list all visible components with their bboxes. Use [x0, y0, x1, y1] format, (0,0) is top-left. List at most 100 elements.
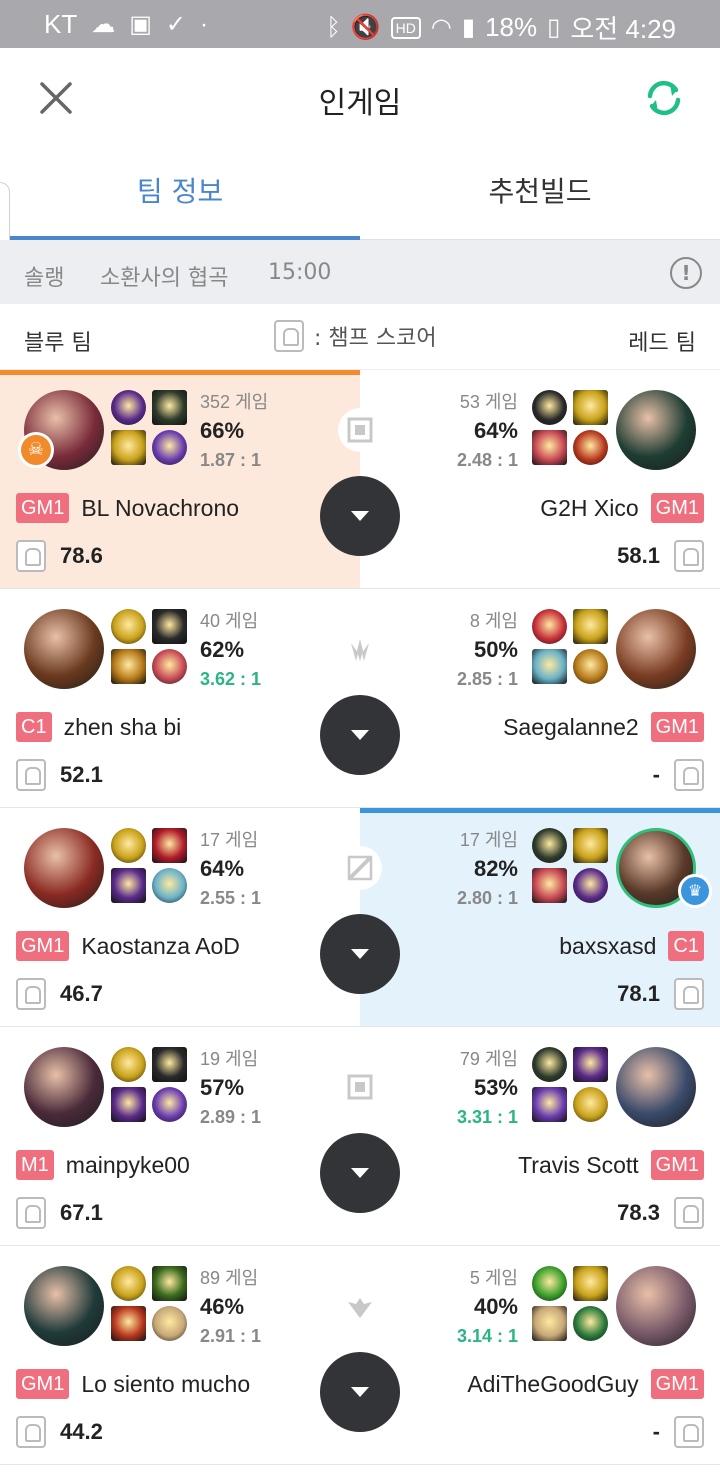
champion-avatar: [616, 390, 696, 470]
expand-matchup-button[interactable]: [320, 1133, 400, 1213]
spell-icon: [532, 430, 567, 465]
win-rate: 53%: [473, 1075, 518, 1100]
rune-icon: [573, 1306, 608, 1341]
rune-icon: [573, 649, 608, 684]
rune-icon: [111, 1266, 146, 1301]
spell-icon: [111, 868, 146, 903]
tab-recommended-build[interactable]: 추천빌드: [360, 148, 720, 240]
player-stats: 40 게임 62% 3.62 : 1: [200, 607, 261, 693]
blue-player-card[interactable]: 89 게임 46% 2.91 : 1 GM1 Lo siento mucho 44.2: [0, 1246, 360, 1464]
spell-icon: [111, 649, 146, 684]
games-count: 53 게임: [459, 392, 518, 412]
champ-score-line: -: [653, 1414, 704, 1450]
player-stats: 352 게임 66% 1.87 : 1: [200, 388, 268, 474]
rune-icon: [532, 609, 567, 644]
kda-ratio: 1.87 : 1: [200, 450, 262, 470]
champion-helmet-icon: [674, 1197, 704, 1229]
champion-helmet-icon: [16, 759, 46, 791]
spell-icon: [111, 1087, 146, 1122]
matchup-row: ☠ 352 게임 66% 1.87 : 1 GM1 BL Novachrono 78.6 53…: [0, 370, 720, 589]
summoner-name[interactable]: AdiTheGoodGuy: [467, 1371, 638, 1398]
spell-icon: [152, 828, 187, 863]
summoner-name[interactable]: Travis Scott: [518, 1152, 639, 1179]
spells-runes: [111, 609, 187, 685]
champion-avatar: [24, 609, 104, 689]
red-player-card[interactable]: 53 게임 64% 2.48 : 1 GM1 G2H Xico 58.1: [360, 370, 720, 588]
spell-icon: [532, 649, 567, 684]
summoner-name[interactable]: Kaostanza AoD: [81, 933, 240, 960]
summoner-name[interactable]: G2H Xico: [540, 495, 638, 522]
tier-badge: GM1: [650, 1150, 704, 1180]
summoner-name[interactable]: Lo siento mucho: [81, 1371, 250, 1398]
info-icon[interactable]: !: [670, 257, 702, 289]
tab-team-info[interactable]: 팀 정보: [0, 148, 360, 241]
expand-matchup-button[interactable]: [320, 1352, 400, 1432]
spells-runes: [532, 828, 608, 904]
kda-ratio: 2.91 : 1: [200, 1326, 262, 1346]
mid-lane-icon: [338, 846, 382, 890]
rune-icon: [111, 390, 146, 425]
red-player-card[interactable]: 79 게임 53% 3.31 : 1 GM1 Travis Scott 78.3: [360, 1027, 720, 1245]
spells-runes: [111, 1047, 187, 1123]
spell-icon: [152, 1047, 187, 1082]
refresh-button[interactable]: [640, 74, 688, 122]
tab-bar: 팀 정보 추천빌드: [0, 148, 720, 241]
champion-helmet-icon: [674, 978, 704, 1010]
summoner-name[interactable]: baxsxasd: [559, 933, 656, 960]
champion-avatar: [24, 828, 104, 908]
jungle-icon: [338, 627, 382, 671]
red-player-card[interactable]: ♛ 17 게임 82% 2.80 : 1 C1 baxsxasd 78.1: [360, 808, 720, 1026]
win-rate: 50%: [473, 637, 518, 662]
tier-badge: C1: [16, 712, 52, 742]
player-stats: 53 게임 64% 2.48 : 1: [360, 388, 518, 474]
games-count: 19 게임: [200, 1049, 259, 1069]
wifi-icon: ◠: [430, 13, 452, 41]
rune-icon: [152, 1087, 187, 1122]
summoner-name[interactable]: BL Novachrono: [81, 495, 239, 522]
champion-avatar: [616, 609, 696, 689]
expand-matchup-button[interactable]: [320, 914, 400, 994]
clock: 오전 4:29: [570, 14, 676, 44]
kda-ratio: 2.89 : 1: [200, 1107, 262, 1127]
spell-icon: [573, 1047, 608, 1082]
summoner-line: GM1 Saegalanne2: [503, 709, 704, 745]
summoner-name[interactable]: mainpyke00: [66, 1152, 190, 1179]
summoner-name[interactable]: Saegalanne2: [503, 714, 639, 741]
support-icon: [338, 1284, 382, 1328]
champ-score-line: 46.7: [16, 976, 103, 1012]
team-header: 블루 팀 : 챔프 스코어 레드 팀: [0, 304, 720, 370]
blue-player-card[interactable]: 17 게임 64% 2.55 : 1 GM1 Kaostanza AoD 46.7: [0, 808, 360, 1026]
crown-badge-icon: ♛: [678, 874, 712, 908]
red-player-card[interactable]: 5 게임 40% 3.14 : 1 GM1 AdiTheGoodGuy -: [360, 1246, 720, 1464]
rune-icon: [152, 1306, 187, 1341]
spell-icon: [111, 430, 146, 465]
champion-helmet-icon: [674, 540, 704, 572]
kda-ratio: 2.85 : 1: [456, 669, 518, 689]
tier-badge: M1: [16, 1150, 54, 1180]
spell-icon: [573, 828, 608, 863]
player-stats: 89 게임 46% 2.91 : 1: [200, 1264, 261, 1350]
champ-score-line: 44.2: [16, 1414, 103, 1450]
rune-icon: [152, 649, 187, 684]
spells-runes: [532, 390, 608, 466]
blue-player-card[interactable]: 40 게임 62% 3.62 : 1 C1 zhen sha bi 52.1: [0, 589, 360, 807]
games-count: 89 게임: [200, 1268, 259, 1288]
expand-matchup-button[interactable]: [320, 476, 400, 556]
summoner-line: M1 mainpyke00: [16, 1147, 190, 1183]
summoner-line: GM1 Lo siento mucho: [16, 1366, 250, 1402]
summoner-line: GM1 AdiTheGoodGuy: [467, 1366, 704, 1402]
kda-ratio: 3.62 : 1: [200, 669, 262, 689]
games-count: 352 게임: [200, 392, 269, 412]
blue-player-card[interactable]: ☠ 352 게임 66% 1.87 : 1 GM1 BL Novachrono 78.6: [0, 370, 360, 588]
expand-matchup-button[interactable]: [320, 695, 400, 775]
red-player-card[interactable]: 8 게임 50% 2.85 : 1 GM1 Saegalanne2-: [360, 589, 720, 807]
summoner-line: GM1 BL Novachrono: [16, 490, 239, 526]
champion-avatar: [616, 1266, 696, 1346]
tier-badge: GM1: [16, 493, 70, 523]
win-rate: 64%: [200, 856, 245, 881]
image-icon: ▣: [129, 10, 152, 38]
win-rate: 46%: [200, 1294, 245, 1319]
blue-player-card[interactable]: 19 게임 57% 2.89 : 1 M1 mainpyke00 67.1: [0, 1027, 360, 1245]
summoner-name[interactable]: zhen sha bi: [64, 714, 182, 741]
games-count: 8 게임: [469, 611, 518, 631]
